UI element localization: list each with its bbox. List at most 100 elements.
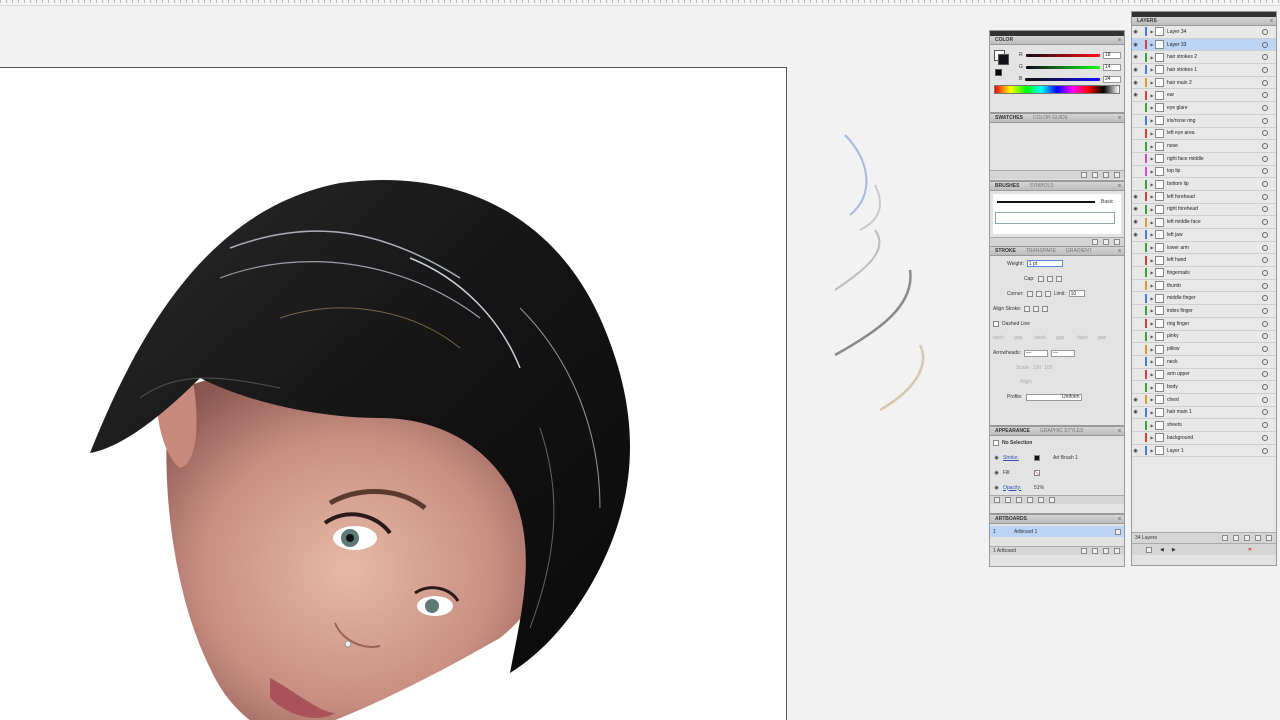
make-clipping-mask-icon[interactable]: [1233, 535, 1239, 541]
layer-row[interactable]: ▶ nose: [1132, 140, 1276, 153]
butt-cap-icon[interactable]: [1037, 275, 1044, 282]
new-brush-icon[interactable]: [1103, 239, 1109, 245]
panel-menu-icon[interactable]: ≡: [1118, 516, 1121, 522]
layer-row[interactable]: ◉ ▶ right forehead: [1132, 203, 1276, 217]
layer-row[interactable]: ◉ ▶ hair strokes 1: [1132, 64, 1276, 77]
layer-row[interactable]: ◉ ▶ ear: [1132, 89, 1276, 103]
visibility-eye-icon[interactable]: ◉: [1132, 194, 1139, 200]
panel-menu-icon[interactable]: ≡: [1118, 248, 1121, 254]
projecting-cap-icon[interactable]: [1055, 275, 1062, 282]
target-icon[interactable]: [1262, 168, 1268, 175]
new-color-group-icon[interactable]: [1092, 172, 1098, 178]
panel-menu-icon[interactable]: ≡: [1118, 183, 1121, 189]
layer-row[interactable]: ▶ left hand: [1132, 254, 1276, 268]
layer-row[interactable]: ▶ sheets: [1132, 419, 1276, 432]
miter-join-icon[interactable]: [1026, 290, 1033, 297]
locate-object-icon[interactable]: [1222, 535, 1228, 541]
brush-library-icon[interactable]: [1092, 239, 1098, 245]
tab-brushes[interactable]: BRUSHES: [993, 183, 1021, 189]
tab-symbols[interactable]: SYMBOLS: [1027, 183, 1055, 189]
layer-row[interactable]: ▶ neck: [1132, 355, 1276, 369]
default-colors-icon[interactable]: [995, 69, 1002, 76]
tab-appearance[interactable]: APPEARANCE: [993, 428, 1032, 434]
layer-row[interactable]: ▶ top lip: [1132, 165, 1276, 179]
visibility-eye-icon[interactable]: ◉: [1132, 219, 1139, 225]
visibility-eye-icon[interactable]: ◉: [1132, 206, 1139, 212]
target-icon[interactable]: [1262, 28, 1268, 35]
layer-row[interactable]: ▶ index finger: [1132, 305, 1276, 318]
color-spectrum-bar[interactable]: [994, 85, 1120, 94]
align-inside-icon[interactable]: [1033, 305, 1040, 312]
delete-item-icon[interactable]: [1049, 497, 1055, 503]
target-icon[interactable]: [1262, 422, 1268, 429]
target-icon[interactable]: [1262, 269, 1268, 276]
scale-end[interactable]: 100: [1044, 365, 1052, 371]
target-icon[interactable]: [1262, 384, 1268, 391]
new-artboard-icon[interactable]: [1103, 548, 1109, 554]
target-icon[interactable]: [1262, 104, 1268, 111]
target-icon[interactable]: [1262, 41, 1268, 48]
layer-row[interactable]: ◉ ▶ left jaw: [1132, 229, 1276, 242]
target-icon[interactable]: [1262, 434, 1268, 441]
delete-layer-icon[interactable]: [1266, 535, 1272, 541]
target-icon[interactable]: [1262, 193, 1268, 200]
layer-row[interactable]: ▶ fingernails: [1132, 267, 1276, 280]
visibility-eye-icon[interactable]: ◉: [1132, 80, 1139, 86]
target-icon[interactable]: [1262, 409, 1268, 416]
add-stroke-icon[interactable]: [994, 497, 1000, 503]
panel-menu-icon[interactable]: ≡: [1118, 115, 1121, 121]
new-swatch-icon[interactable]: [1103, 172, 1109, 178]
target-icon[interactable]: [1262, 244, 1268, 251]
layer-row[interactable]: ◉ ▶ Layer 34: [1132, 26, 1276, 39]
target-icon[interactable]: [1262, 92, 1268, 99]
g-slider[interactable]: [1025, 65, 1100, 69]
round-cap-icon[interactable]: [1046, 275, 1053, 282]
visibility-eye-icon[interactable]: ◉: [1132, 67, 1139, 73]
target-icon[interactable]: [1262, 295, 1268, 302]
tab-stroke[interactable]: STROKE: [993, 248, 1018, 254]
visibility-eye-icon[interactable]: ◉: [1132, 92, 1139, 98]
visibility-eye-icon[interactable]: ◉: [1132, 448, 1139, 454]
target-icon[interactable]: [1262, 307, 1268, 314]
layer-row[interactable]: ▶ right face middle: [1132, 152, 1276, 166]
swatches-area[interactable]: [990, 123, 1124, 170]
next-arrow-icon[interactable]: ▶: [1172, 547, 1176, 553]
target-icon[interactable]: [1262, 257, 1268, 264]
target-icon[interactable]: [1262, 66, 1268, 73]
layer-row[interactable]: ◉ ▶ Layer 33: [1132, 38, 1276, 52]
layer-row[interactable]: ▶ iris/nose ring: [1132, 114, 1276, 128]
visibility-eye-icon[interactable]: ◉: [1132, 54, 1139, 60]
new-layer-icon[interactable]: [1255, 535, 1261, 541]
layers-menu-icon[interactable]: [1146, 546, 1152, 553]
visibility-eye-icon[interactable]: ◉: [1132, 232, 1139, 238]
target-icon[interactable]: [1262, 231, 1268, 238]
b-slider[interactable]: [1025, 77, 1100, 81]
target-icon[interactable]: [1262, 79, 1268, 86]
target-icon[interactable]: [1262, 130, 1268, 137]
new-sublayer-icon[interactable]: [1244, 535, 1250, 541]
fill-none-swatch[interactable]: [1034, 469, 1040, 476]
stroke-color-swatch[interactable]: [1034, 454, 1040, 461]
target-icon[interactable]: [1262, 117, 1268, 124]
layer-row[interactable]: ◉ ▶ chest: [1132, 393, 1276, 407]
layer-row[interactable]: ◉ ▶ left forehead: [1132, 190, 1276, 204]
move-down-icon[interactable]: [1092, 548, 1098, 554]
duplicate-item-icon[interactable]: [1038, 497, 1044, 503]
round-join-icon[interactable]: [1035, 290, 1042, 297]
target-icon[interactable]: [1262, 54, 1268, 61]
visibility-eye-icon[interactable]: ◉: [993, 455, 1000, 461]
target-icon[interactable]: [1262, 320, 1268, 327]
clear-appearance-icon[interactable]: [1027, 497, 1033, 503]
layer-row[interactable]: ▶ pillow: [1132, 343, 1276, 356]
move-up-icon[interactable]: [1081, 548, 1087, 554]
layer-row[interactable]: ▶ eye glare: [1132, 102, 1276, 115]
layer-row[interactable]: ◉ ▶ left middle face: [1132, 216, 1276, 229]
tab-color-guide[interactable]: COLOR GUIDE: [1031, 115, 1070, 121]
visibility-eye-icon[interactable]: ◉: [1132, 409, 1139, 415]
layer-row[interactable]: ◉ ▶ hair main 2: [1132, 76, 1276, 90]
delete-artboard-icon[interactable]: [1114, 548, 1120, 554]
delete-brush-icon[interactable]: [1114, 239, 1120, 245]
target-icon[interactable]: [1262, 206, 1268, 213]
visibility-eye-icon[interactable]: ◉: [993, 485, 1000, 491]
tab-artboards[interactable]: ARTBOARDS: [993, 516, 1029, 522]
